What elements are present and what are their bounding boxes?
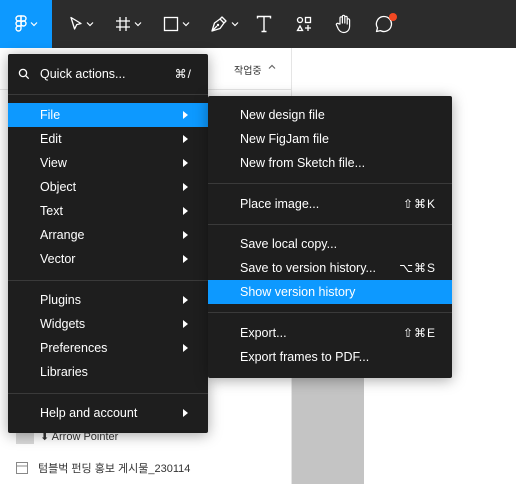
menu-item-label: Export...	[240, 326, 287, 340]
menu-divider	[8, 94, 208, 95]
menu-item-libraries[interactable]: Libraries	[8, 360, 208, 384]
page-icon	[16, 462, 28, 474]
menu-divider	[8, 280, 208, 281]
menu-item-new-figjam-file[interactable]: New FigJam file	[208, 127, 452, 151]
menu-item-label: New from Sketch file...	[240, 156, 366, 170]
pen-icon	[210, 16, 227, 32]
menu-item-view[interactable]: View	[8, 151, 208, 175]
pen-tool[interactable]	[203, 0, 245, 48]
chevron-down-icon	[182, 22, 189, 27]
submenu-arrow-icon	[183, 296, 188, 304]
chevron-down-icon	[231, 22, 238, 27]
menu-item-label: Export frames to PDF...	[240, 350, 370, 364]
menu-item-quick-actions[interactable]: Quick actions... ⌘/	[8, 62, 208, 86]
toolbar	[0, 0, 516, 48]
menu-item-widgets[interactable]: Widgets	[8, 312, 208, 336]
chevron-up-icon[interactable]	[268, 64, 276, 70]
chevron-down-icon	[30, 22, 37, 27]
menu-item-label: New design file	[240, 108, 325, 122]
menu-item-place-image[interactable]: Place image... ⇧⌘K	[208, 192, 452, 216]
shortcut-label: ⌘/	[174, 67, 192, 81]
resources-tool[interactable]	[290, 0, 318, 48]
chevron-down-icon	[134, 22, 141, 27]
submenu-arrow-icon	[183, 231, 188, 239]
menu-item-help-and-account[interactable]: Help and account	[8, 401, 208, 425]
menu-item-label: Plugins	[40, 293, 81, 307]
search-icon	[18, 68, 30, 80]
menu-item-label: Help and account	[40, 406, 138, 420]
menu-item-label: Edit	[40, 132, 62, 146]
move-icon	[69, 16, 82, 30]
shortcut-label: ⇧⌘E	[402, 326, 436, 340]
resources-icon	[296, 16, 312, 32]
notification-badge	[389, 13, 397, 21]
menu-item-label: Save local copy...	[240, 237, 338, 251]
submenu-arrow-icon	[183, 111, 188, 119]
menu-item-label: Object	[40, 180, 77, 194]
menu-item-label: Place image...	[240, 197, 320, 211]
page-tab-label[interactable]: 작업중	[234, 62, 262, 77]
submenu-arrow-icon	[183, 409, 188, 417]
frame-icon	[115, 17, 130, 31]
menu-item-new-design-file[interactable]: New design file	[208, 103, 452, 127]
main-menu-button[interactable]	[0, 0, 52, 48]
menu-item-label: Vector	[40, 252, 76, 266]
menu-item-label: Preferences	[40, 341, 108, 355]
shortcut-label: ⌥⌘S	[399, 261, 436, 275]
main-menu: Quick actions... ⌘/ File Edit View Objec…	[8, 54, 208, 433]
submenu-arrow-icon	[183, 207, 188, 215]
menu-item-arrange[interactable]: Arrange	[8, 223, 208, 247]
menu-item-preferences[interactable]: Preferences	[8, 336, 208, 360]
menu-item-label: Widgets	[40, 317, 86, 331]
menu-divider	[8, 393, 208, 394]
menu-item-label: Save to version history...	[240, 261, 376, 275]
menu-item-save-to-version-history[interactable]: Save to version history... ⌥⌘S	[208, 256, 452, 280]
menu-item-save-local-copy[interactable]: Save local copy...	[208, 232, 452, 256]
canvas-frame[interactable]	[292, 378, 364, 484]
menu-item-label: View	[40, 156, 67, 170]
submenu-arrow-icon	[183, 159, 188, 167]
frame-tool[interactable]	[108, 0, 148, 48]
menu-item-edit[interactable]: Edit	[8, 127, 208, 151]
file-submenu: New design file New FigJam file New from…	[208, 96, 452, 378]
hand-icon	[335, 14, 351, 34]
text-icon	[256, 15, 272, 33]
menu-item-object[interactable]: Object	[8, 175, 208, 199]
menu-item-label: New FigJam file	[240, 132, 329, 146]
menu-item-label: File	[40, 108, 61, 122]
menu-item-file[interactable]: File	[8, 103, 208, 127]
menu-item-new-from-sketch[interactable]: New from Sketch file...	[208, 151, 452, 175]
submenu-arrow-icon	[183, 135, 188, 143]
menu-divider	[208, 224, 452, 225]
menu-item-label: Libraries	[40, 365, 88, 379]
text-tool[interactable]	[250, 0, 278, 48]
submenu-arrow-icon	[183, 344, 188, 352]
hand-tool[interactable]	[330, 0, 358, 48]
menu-item-export-frames-to-pdf[interactable]: Export frames to PDF...	[208, 345, 452, 369]
layer-label: 텀블벅 펀딩 홍보 게시물_230114	[38, 463, 191, 475]
comment-tool[interactable]	[370, 0, 398, 48]
move-tool[interactable]	[60, 0, 102, 48]
menu-item-export[interactable]: Export... ⇧⌘E	[208, 321, 452, 345]
submenu-arrow-icon	[183, 183, 188, 191]
menu-item-label: Arrange	[40, 228, 85, 242]
layer-item[interactable]: 텀블벅 펀딩 홍보 게시물_230114	[16, 458, 276, 478]
rectangle-icon	[163, 16, 178, 32]
menu-item-text[interactable]: Text	[8, 199, 208, 223]
chevron-down-icon	[86, 22, 93, 27]
menu-item-label: Text	[40, 204, 63, 218]
menu-divider	[208, 183, 452, 184]
menu-item-label: Quick actions...	[40, 67, 126, 81]
menu-item-show-version-history[interactable]: Show version history	[208, 280, 452, 304]
menu-item-label: Show version history	[240, 285, 356, 299]
menu-item-plugins[interactable]: Plugins	[8, 288, 208, 312]
shape-tool[interactable]	[155, 0, 197, 48]
submenu-arrow-icon	[183, 320, 188, 328]
menu-divider	[208, 312, 452, 313]
submenu-arrow-icon	[183, 255, 188, 263]
shortcut-label: ⇧⌘K	[402, 197, 436, 211]
menu-item-vector[interactable]: Vector	[8, 247, 208, 271]
figma-logo-icon	[14, 15, 27, 32]
